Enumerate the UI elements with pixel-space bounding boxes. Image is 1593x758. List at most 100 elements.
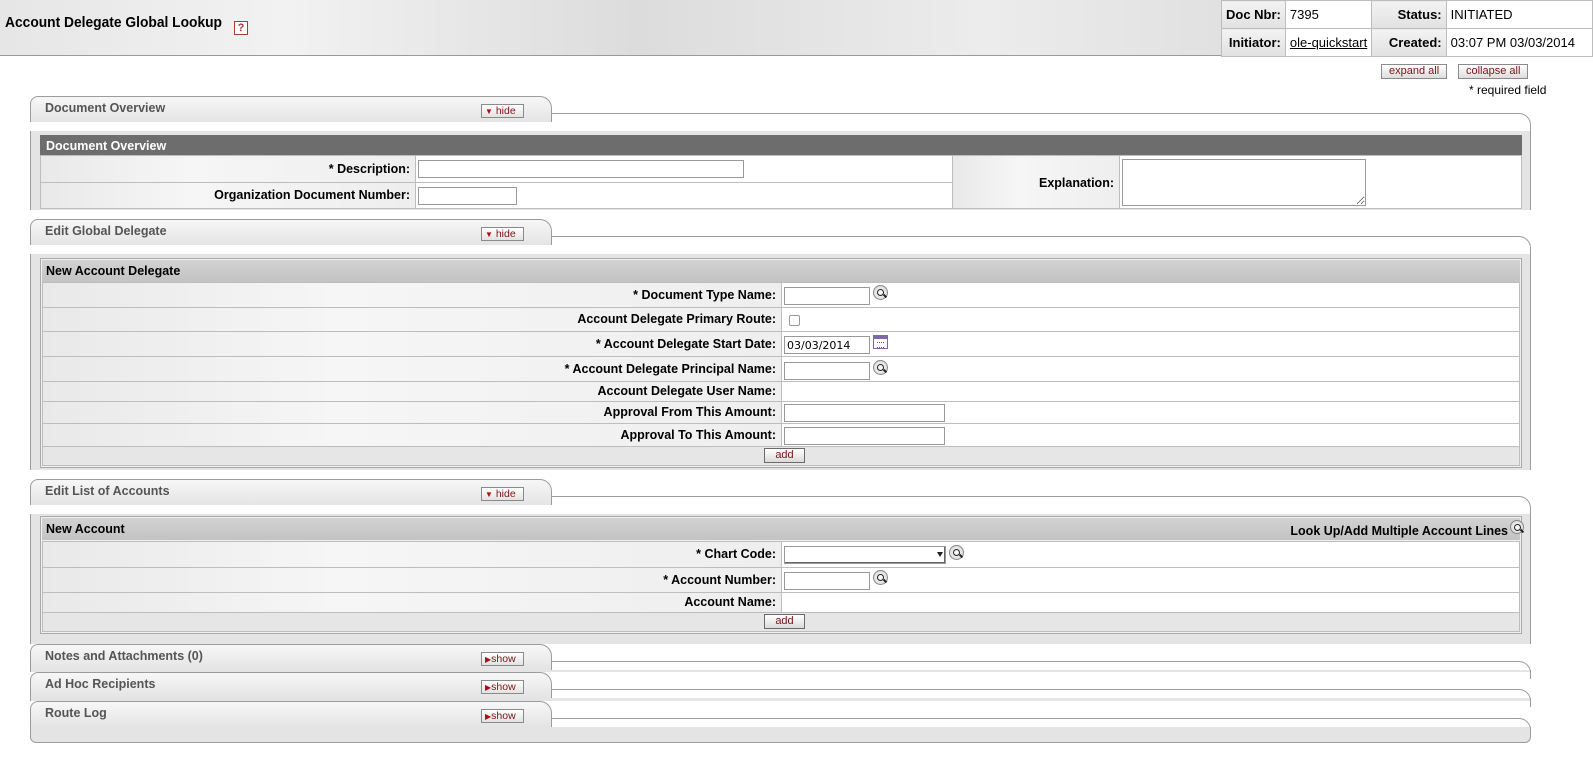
primary-route-label: Account Delegate Primary Route: bbox=[42, 307, 782, 332]
tab-route-log: Route Log ▶show bbox=[30, 701, 552, 727]
org-doc-number-label: Organization Document Number: bbox=[40, 182, 416, 209]
multi-account-lookup-label: Look Up/Add Multiple Account Lines bbox=[1290, 524, 1508, 538]
created-value: 03:07 PM 03/03/2014 bbox=[1445, 28, 1593, 57]
tab-divider bbox=[552, 113, 1531, 131]
org-doc-number-input[interactable] bbox=[418, 187, 517, 205]
triangle-down-icon: ▼ bbox=[485, 107, 493, 116]
section-title-text: New Account bbox=[46, 522, 125, 536]
expand-all-button[interactable]: expand all bbox=[1381, 64, 1448, 79]
edit-list-of-accounts-panel: New Account Look Up/Add Multiple Account… bbox=[30, 514, 1531, 644]
add-account-button[interactable]: add bbox=[764, 614, 805, 629]
chart-code-label: * Chart Code: bbox=[42, 541, 782, 568]
principal-name-input[interactable] bbox=[784, 362, 870, 380]
tab-divider bbox=[552, 496, 1531, 514]
hide-toggle-button[interactable]: ▼ hide bbox=[481, 487, 524, 501]
user-name-label: Account Delegate User Name: bbox=[42, 381, 782, 402]
description-cell bbox=[415, 155, 953, 183]
lookup-icon[interactable] bbox=[873, 285, 888, 300]
triangle-down-icon: ▼ bbox=[485, 230, 493, 239]
toggle-label: show bbox=[491, 681, 516, 693]
help-icon[interactable]: ? bbox=[234, 21, 248, 35]
show-toggle-button[interactable]: ▶show bbox=[481, 652, 524, 666]
document-type-name-label: * Document Type Name: bbox=[42, 282, 782, 308]
triangle-down-icon: ▼ bbox=[485, 490, 493, 499]
toggle-label: hide bbox=[495, 105, 516, 117]
tab-divider bbox=[552, 236, 1531, 254]
explanation-label: Explanation: bbox=[952, 155, 1120, 209]
tab-label: Edit Global Delegate bbox=[45, 224, 167, 238]
toggle-label: show bbox=[491, 710, 516, 722]
approval-from-cell bbox=[781, 401, 1520, 424]
principal-name-label: * Account Delegate Principal Name: bbox=[42, 356, 782, 382]
approval-to-input[interactable] bbox=[784, 427, 945, 445]
section-title: New Account Delegate bbox=[42, 260, 1520, 282]
initiator-link[interactable]: ole-quickstart bbox=[1290, 35, 1367, 50]
panel-bottom-edge bbox=[30, 737, 1531, 743]
explanation-textarea[interactable] bbox=[1122, 159, 1366, 206]
principal-name-cell bbox=[781, 356, 1520, 382]
account-number-input[interactable] bbox=[784, 572, 870, 590]
document-info-table: Doc Nbr: 7395 Status: INITIATED Initiato… bbox=[1221, 0, 1593, 57]
user-name-cell bbox=[781, 381, 1520, 402]
account-number-cell bbox=[781, 567, 1520, 593]
explanation-cell bbox=[1119, 155, 1522, 209]
start-date-cell bbox=[781, 331, 1520, 357]
collapse-all-button[interactable]: collapse all bbox=[1458, 64, 1529, 79]
approval-to-label: Approval To This Amount: bbox=[42, 423, 782, 447]
lookup-icon[interactable] bbox=[873, 360, 888, 375]
multi-lookup-icon[interactable] bbox=[1510, 520, 1524, 534]
add-row: add bbox=[42, 612, 1520, 632]
document-type-name-input[interactable] bbox=[784, 287, 870, 305]
primary-route-cell bbox=[781, 307, 1520, 332]
status-label: Status: bbox=[1371, 0, 1447, 29]
tab-label: Document Overview bbox=[45, 101, 166, 115]
add-row: add bbox=[42, 446, 1520, 466]
created-label: Created: bbox=[1371, 28, 1447, 57]
toggle-label: hide bbox=[495, 228, 516, 240]
tab-edit-list-of-accounts: Edit List of Accounts ▼ hide bbox=[30, 479, 552, 505]
tab-label: Edit List of Accounts bbox=[45, 484, 170, 498]
chart-code-select[interactable] bbox=[784, 546, 946, 564]
section-title: Document Overview bbox=[40, 135, 1522, 155]
tab-label: Ad Hoc Recipients bbox=[45, 677, 156, 691]
tab-label: Route Log bbox=[45, 706, 107, 720]
start-date-input[interactable] bbox=[784, 336, 870, 354]
show-toggle-button[interactable]: ▶show bbox=[481, 709, 524, 723]
required-field-note: * required field bbox=[1469, 83, 1547, 97]
chevron-down-icon bbox=[937, 552, 943, 557]
initiator-label: Initiator: bbox=[1221, 28, 1286, 57]
chart-code-cell bbox=[781, 541, 1520, 568]
description-label: * Description: bbox=[40, 155, 416, 183]
document-overview-panel: Document Overview * Description: Organiz… bbox=[30, 131, 1531, 210]
account-number-label: * Account Number: bbox=[42, 567, 782, 593]
hide-toggle-button[interactable]: ▼ hide bbox=[481, 227, 524, 241]
lookup-icon[interactable] bbox=[873, 570, 888, 585]
toggle-label: hide bbox=[495, 488, 516, 500]
add-delegate-button[interactable]: add bbox=[764, 448, 805, 463]
description-input[interactable] bbox=[418, 160, 744, 178]
primary-route-checkbox[interactable] bbox=[789, 315, 800, 326]
tab-document-overview: Document Overview ▼ hide bbox=[30, 96, 552, 122]
show-toggle-button[interactable]: ▶show bbox=[481, 680, 524, 694]
tab-edit-global-delegate: Edit Global Delegate ▼ hide bbox=[30, 219, 552, 245]
account-name-cell bbox=[781, 592, 1520, 613]
tab-notes-and-attachments: Notes and Attachments (0) ▶show bbox=[30, 644, 552, 670]
initiator-cell: ole-quickstart bbox=[1284, 28, 1373, 57]
document-header: Account Delegate Global Lookup ? Doc Nbr… bbox=[0, 0, 1593, 57]
lookup-icon[interactable] bbox=[949, 545, 964, 560]
approval-from-input[interactable] bbox=[784, 404, 945, 422]
approval-to-cell bbox=[781, 423, 1520, 447]
panel-gap bbox=[30, 727, 1531, 737]
status-value: INITIATED bbox=[1445, 0, 1593, 29]
start-date-label: * Account Delegate Start Date: bbox=[42, 331, 782, 357]
calendar-icon[interactable] bbox=[873, 335, 888, 349]
toggle-label: show bbox=[491, 653, 516, 665]
hide-toggle-button[interactable]: ▼ hide bbox=[481, 104, 524, 118]
tab-label: Notes and Attachments (0) bbox=[45, 649, 203, 663]
edit-global-delegate-panel: New Account Delegate * Document Type Nam… bbox=[30, 254, 1531, 470]
doc-nbr-label: Doc Nbr: bbox=[1221, 0, 1286, 29]
account-name-label: Account Name: bbox=[42, 592, 782, 613]
document-type-cell bbox=[781, 282, 1520, 308]
page-title: Account Delegate Global Lookup bbox=[5, 14, 222, 31]
approval-from-label: Approval From This Amount: bbox=[42, 401, 782, 424]
